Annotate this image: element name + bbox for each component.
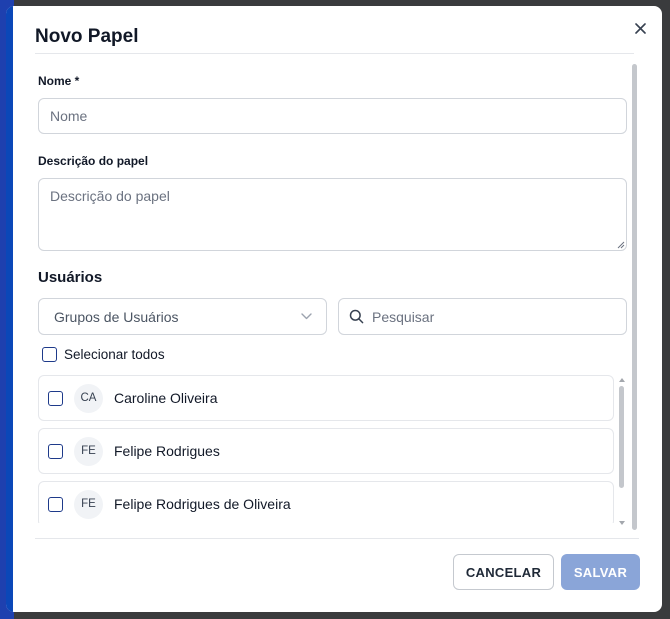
list-item[interactable]: CA Caroline Oliveira xyxy=(38,375,614,421)
dialog-title: Novo Papel xyxy=(35,26,139,47)
list-item[interactable]: FE Felipe Rodrigues de Oliveira xyxy=(38,481,614,523)
select-all-checkbox[interactable] xyxy=(42,347,57,362)
scroll-down-arrow-icon[interactable] xyxy=(619,521,625,525)
avatar: FE xyxy=(74,489,103,519)
user-search-box[interactable] xyxy=(338,298,627,335)
select-all-row[interactable]: Selecionar todos xyxy=(42,347,165,362)
close-button[interactable] xyxy=(630,18,650,38)
save-button[interactable]: SALVAR xyxy=(561,554,640,590)
select-all-label: Selecionar todos xyxy=(64,347,165,362)
scrollbar-thumb[interactable] xyxy=(619,386,624,488)
dialog-body-scrollbar[interactable] xyxy=(632,58,638,530)
description-textarea[interactable] xyxy=(38,178,627,251)
list-item[interactable]: FE Felipe Rodrigues xyxy=(38,428,614,474)
user-groups-select-value: Grupos de Usuários xyxy=(54,308,179,325)
avatar: FE xyxy=(74,436,103,466)
users-section-title: Usuários xyxy=(38,269,103,286)
user-checkbox[interactable] xyxy=(48,443,63,459)
header-divider xyxy=(35,53,634,54)
footer-divider xyxy=(35,538,639,539)
new-role-dialog: Novo Papel Nome * Descrição do papel Usu… xyxy=(6,6,662,612)
user-name: Caroline Oliveira xyxy=(114,390,218,406)
user-checkbox[interactable] xyxy=(48,496,63,512)
user-name: Felipe Rodrigues de Oliveira xyxy=(114,496,291,512)
name-label: Nome * xyxy=(38,74,80,88)
user-name: Felipe Rodrigues xyxy=(114,443,220,459)
search-icon xyxy=(349,309,364,324)
close-icon xyxy=(634,22,646,34)
user-groups-select[interactable]: Grupos de Usuários xyxy=(38,298,327,335)
description-label: Descrição do papel xyxy=(38,154,149,168)
users-list-scrollbar[interactable] xyxy=(619,378,625,525)
scroll-up-arrow-icon[interactable] xyxy=(619,378,625,382)
cancel-button[interactable]: CANCELAR xyxy=(453,554,554,590)
resize-handle-icon[interactable] xyxy=(617,241,625,249)
user-search-input[interactable] xyxy=(372,308,612,325)
scrollbar-thumb[interactable] xyxy=(632,64,637,530)
users-list: CA Caroline Oliveira FE Felipe Rodrigues… xyxy=(38,375,614,523)
name-input[interactable] xyxy=(38,98,627,134)
user-checkbox[interactable] xyxy=(48,390,63,406)
dialog-accent-stripe xyxy=(6,6,13,612)
chevron-down-icon xyxy=(301,313,312,320)
avatar: CA xyxy=(74,383,103,413)
